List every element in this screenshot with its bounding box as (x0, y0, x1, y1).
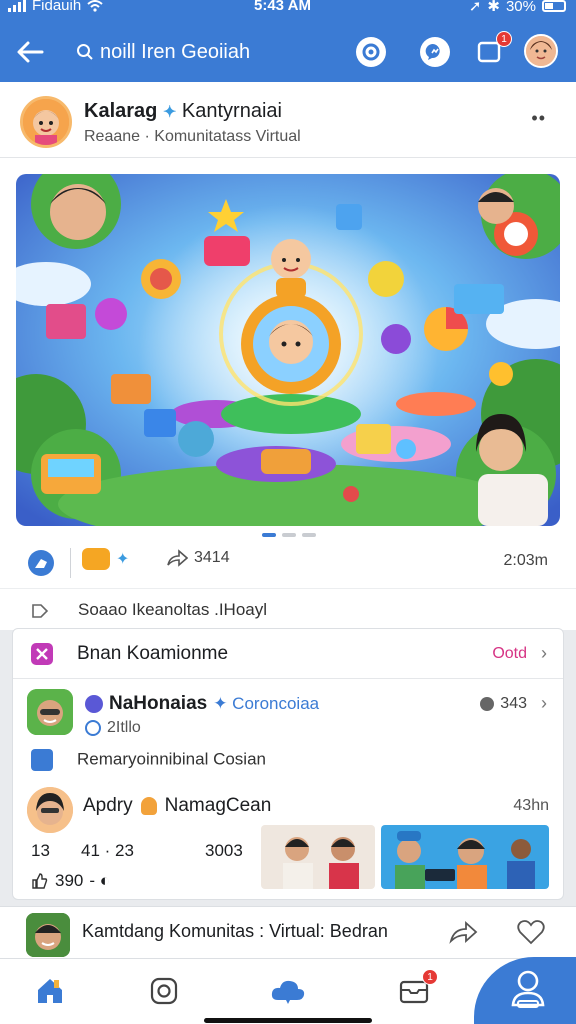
nav-camera[interactable] (144, 971, 184, 1011)
notifications-button[interactable]: 1 (472, 31, 512, 69)
nav-home[interactable] (30, 971, 70, 1011)
thumbnail-image[interactable] (261, 825, 375, 889)
nav-community[interactable] (268, 971, 308, 1011)
top-app-bar: Fidauih 5:43 AM ➚ ✱ 30% noill Iren Geoii… (0, 0, 576, 82)
thumbs-up-icon (35, 559, 47, 568)
search-field[interactable]: noill Iren Geoiiah (76, 38, 250, 66)
fire-icon (140, 797, 157, 815)
edit-icon (31, 749, 53, 771)
search-text: noill Iren Geoiiah (100, 40, 251, 63)
group-logo-icon (85, 695, 103, 713)
wifi-icon (87, 0, 103, 12)
user-face-icon (26, 913, 70, 957)
group-description: Remaryoinnibinal Cosian (31, 749, 266, 771)
community-title: Bnan Koamionme (77, 643, 229, 664)
cloud-icon (271, 980, 305, 1004)
chevron-right-icon: › (541, 643, 547, 663)
back-arrow-icon (17, 41, 44, 63)
community-link[interactable]: Ootd (492, 645, 527, 663)
community-card: Bnan Koamionme Ootd › NaHonaias ✦ Coronc… (12, 628, 564, 900)
clock: 5:43 AM (254, 0, 311, 14)
group-tag: ✦ Coroncoiaa (213, 694, 320, 713)
back-button[interactable] (14, 36, 50, 68)
community-post[interactable]: Apdry NamagCean 43hn 13 41 · 23 3003 390… (13, 785, 563, 899)
home-indicator (204, 1018, 372, 1023)
share-button[interactable] (448, 917, 478, 952)
chat-button[interactable] (418, 35, 452, 69)
sparkle-icon: ✦ (116, 551, 130, 568)
post-image[interactable] (16, 174, 560, 526)
chevron-right-icon: › (541, 693, 547, 713)
cartoon-boy-icon (23, 99, 69, 145)
post-actions: ✦ 3414 2:03m (0, 542, 576, 588)
laugh-emoji-icon (82, 548, 110, 570)
profile-icon (511, 970, 545, 1008)
preview-avatar (26, 913, 70, 957)
notification-badge: 1 (422, 969, 438, 985)
share-count: 3414 (194, 549, 230, 566)
community-icon (31, 643, 53, 665)
thumbs-up-icon (32, 873, 48, 889)
post-thumbnails[interactable] (261, 825, 549, 889)
virtual-community-illustration (16, 174, 560, 526)
post-user-avatar (27, 787, 73, 833)
messenger-icon (356, 37, 386, 67)
search-icon (77, 44, 93, 60)
battery-label: 30% (505, 0, 536, 15)
sparkle-icon: ✦ (162, 104, 177, 121)
next-post-preview[interactable]: Kamtdang Komunitas : Virtual: Bedran (0, 906, 576, 958)
post-header: Kalarag ✦ Kantyrnaiai Reaane · Komunitat… (0, 82, 576, 158)
group-row[interactable]: NaHonaias ✦ Coroncoiaa 2Itllo 343 › Rema… (13, 681, 563, 785)
nav-inbox[interactable]: 1 (394, 969, 438, 1011)
tag-icon (32, 604, 49, 618)
post-time: 2:03m (503, 552, 548, 569)
share-arrow-icon (167, 549, 188, 567)
post-caption[interactable]: Soaao Ikeanoltas .IHoayl (0, 588, 576, 630)
heart-icon (517, 920, 545, 945)
user-face-icon (526, 36, 556, 66)
more-options-button[interactable]: •• (531, 108, 546, 129)
thumbnail-image[interactable] (381, 825, 549, 889)
share-arrow-icon (449, 920, 478, 944)
members-icon (480, 697, 495, 711)
feed-post: Kalarag ✦ Kantyrnaiai Reaane · Komunitat… (0, 82, 576, 630)
signal-icon (8, 0, 26, 12)
share-button[interactable]: 3414 (166, 548, 230, 568)
chat-bubble-icon (420, 37, 450, 67)
notification-badge: 1 (496, 31, 512, 47)
post-user-name: Apdry NamagCean (83, 795, 272, 816)
group-subtitle: 2Itllo (85, 719, 141, 737)
messenger-button[interactable] (354, 35, 388, 69)
user-face-icon (27, 787, 73, 833)
status-bar: Fidauih 5:43 AM ➚ ✱ 30% (0, 0, 576, 20)
location-icon: ➚ (468, 0, 482, 15)
carousel-indicator[interactable] (262, 533, 316, 537)
group-face-icon (27, 689, 73, 735)
preview-text: Kamtdang Komunitas : Virtual: Bedran (82, 921, 388, 941)
group-member-count: 343 (480, 695, 527, 713)
divider (70, 548, 71, 578)
community-header[interactable]: Bnan Koamionme Ootd › (13, 629, 563, 679)
reactions[interactable]: ✦ (82, 548, 129, 570)
post-likes[interactable]: 390 - ◐ (31, 871, 110, 891)
caption-text: Soaao Ikeanoltas .IHoayl (78, 600, 268, 619)
post-author-avatar[interactable] (20, 96, 72, 148)
carrier-label: Fidauih (32, 0, 82, 14)
home-icon (38, 979, 62, 1003)
like-button[interactable] (28, 550, 54, 576)
nav-profile[interactable] (474, 957, 576, 1024)
post-title[interactable]: Kalarag ✦ Kantyrnaiai (84, 100, 282, 123)
bottom-navigation: 1 (0, 957, 576, 1024)
post-stats: 13 41 · 23 3003 (31, 841, 243, 860)
camera-icon (150, 977, 178, 1005)
battery-icon (542, 0, 566, 12)
like-heart-button[interactable] (516, 917, 546, 952)
verified-icon (85, 720, 101, 736)
post-subtitle: Reaane · Komunitatass Virtual (84, 128, 301, 145)
profile-avatar[interactable] (524, 34, 558, 68)
bluetooth-icon: ✱ (487, 0, 500, 15)
group-name: NaHonaias ✦ Coroncoiaa (85, 693, 319, 715)
group-avatar (27, 689, 73, 735)
post-user-time: 43hn (513, 797, 549, 814)
